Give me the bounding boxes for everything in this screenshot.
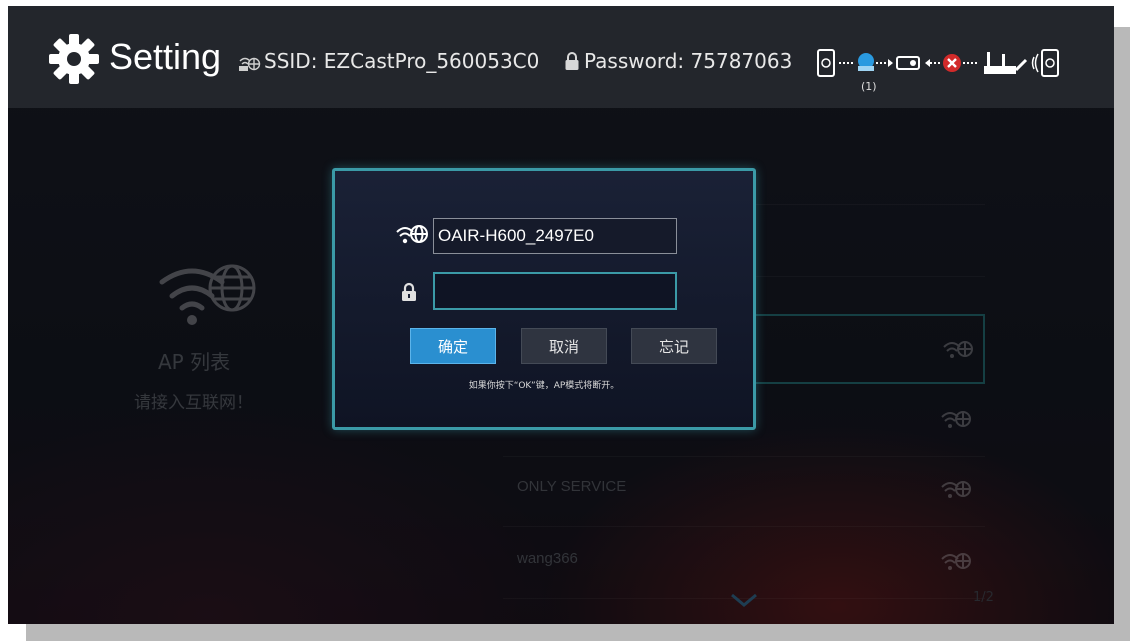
connection-status-diagram: [817, 49, 1059, 77]
tv-screen: Setting SSID: EZCastPro_560053C0 Passwor…: [8, 6, 1114, 624]
phone-icon: [1041, 49, 1059, 77]
gear-icon: [49, 34, 99, 84]
cancel-button[interactable]: 取消: [521, 328, 607, 364]
ssid-input[interactable]: OAIR-H600_2497E0: [433, 218, 677, 254]
ok-button[interactable]: 确定: [410, 328, 496, 364]
page-title: Setting: [109, 36, 222, 77]
projector-icon: [896, 56, 920, 70]
header-bar: Setting SSID: EZCastPro_560053C0 Passwor…: [8, 6, 1114, 108]
wifi-globe-icon: [396, 225, 428, 244]
phone-icon: [817, 49, 835, 77]
forget-button[interactable]: 忘记: [631, 328, 717, 364]
ezcast-device-icon: [858, 53, 874, 71]
wifi-globe-icon: [239, 57, 261, 71]
dialog-note: 如果你按下“OK”键，AP模式将断开。: [468, 381, 620, 391]
router-icon: [984, 52, 1028, 74]
password-input[interactable]: [433, 272, 677, 310]
ssid-label: SSID: EZCastPro_560053C0: [264, 49, 540, 73]
lock-icon: [565, 52, 579, 70]
connection-count: (1): [861, 80, 877, 93]
lock-icon: [402, 282, 416, 301]
wifi-connect-dialog: OAIR-H600_2497E0 确定 取消 忘记 如果你按下“OK”键，AP模…: [332, 168, 756, 430]
error-icon: [943, 54, 961, 72]
password-label: Password: 75787063: [584, 49, 793, 73]
